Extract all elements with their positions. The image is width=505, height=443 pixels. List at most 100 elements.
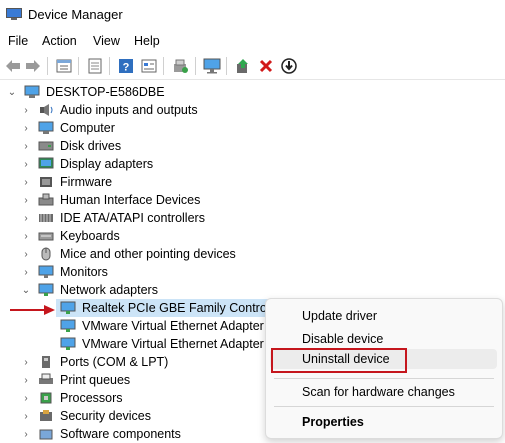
tree-item-label: Ports (COM & LPT) xyxy=(60,355,169,369)
tree-item-label: Security devices xyxy=(60,409,152,423)
chevron-right-icon[interactable]: › xyxy=(20,374,32,386)
printer-icon xyxy=(38,373,54,387)
tree-item-label: Software components xyxy=(60,427,181,441)
chevron-down-icon[interactable]: ⌄ xyxy=(6,86,18,98)
tree-item-label: VMware Virtual Ethernet Adapter fo xyxy=(82,319,278,333)
menu-properties[interactable]: Properties xyxy=(302,415,364,429)
network-adapter-icon xyxy=(60,319,76,333)
tree-root-label: DESKTOP-E586DBE xyxy=(46,85,165,99)
tree-item[interactable]: › Security devices xyxy=(20,407,151,425)
network-adapter-icon xyxy=(60,301,76,315)
computer-icon xyxy=(24,85,40,99)
chevron-down-icon[interactable]: ⌄ xyxy=(20,284,32,296)
computer-icon xyxy=(38,121,54,135)
title-bar: Device Manager xyxy=(0,0,505,30)
chevron-right-icon[interactable]: › xyxy=(20,140,32,152)
processor-icon xyxy=(38,391,54,405)
tree-item-realtek[interactable]: Realtek PCIe GBE Family Controller xyxy=(56,299,283,317)
chevron-right-icon[interactable]: › xyxy=(20,104,32,116)
tree-item-label: VMware Virtual Ethernet Adapter fo xyxy=(82,337,278,351)
annotation-highlight-box xyxy=(271,348,407,373)
tree-item[interactable]: › Disk drives xyxy=(20,137,121,155)
tree-item-label: Firmware xyxy=(60,175,113,189)
device-manager-icon xyxy=(6,8,22,20)
tree-item[interactable]: › Ports (COM & LPT) xyxy=(20,353,168,371)
tree-item[interactable]: › Display adapters xyxy=(20,155,153,173)
display-adapter-icon xyxy=(38,157,54,171)
software-component-icon xyxy=(38,427,54,441)
svg-text:?: ? xyxy=(123,62,130,74)
details-icon[interactable] xyxy=(140,57,158,75)
tree-item-label: Realtek PCIe GBE Family Controller xyxy=(82,301,284,315)
menu-bar: File Action View Help xyxy=(0,31,505,51)
tree-item-label: Monitors xyxy=(60,265,108,279)
hid-icon xyxy=(38,193,54,207)
chevron-right-icon[interactable]: › xyxy=(20,248,32,260)
scan-icon[interactable] xyxy=(172,57,190,75)
port-icon xyxy=(38,355,54,369)
properties-icon[interactable] xyxy=(55,57,73,75)
chevron-right-icon[interactable]: › xyxy=(20,122,32,134)
tree-item-label: Processors xyxy=(60,391,123,405)
forward-icon[interactable] xyxy=(24,57,42,75)
tree-item[interactable]: › Processors xyxy=(20,389,123,407)
chevron-right-icon[interactable]: › xyxy=(20,212,32,224)
download-icon[interactable] xyxy=(280,57,298,75)
network-icon xyxy=(38,283,54,297)
chevron-right-icon[interactable]: › xyxy=(20,230,32,242)
chevron-right-icon[interactable]: › xyxy=(20,194,32,206)
security-icon xyxy=(38,409,54,423)
tree-root[interactable]: ⌄ DESKTOP-E586DBE xyxy=(6,83,165,101)
ide-controller-icon xyxy=(38,211,54,225)
mouse-icon xyxy=(38,247,54,261)
tree-item[interactable]: VMware Virtual Ethernet Adapter fo xyxy=(56,317,278,335)
chevron-right-icon[interactable]: › xyxy=(20,158,32,170)
chevron-right-icon[interactable]: › xyxy=(20,428,32,440)
tree-item[interactable]: › Firmware xyxy=(20,173,112,191)
tree-item-network-adapters[interactable]: ⌄ Network adapters xyxy=(20,281,158,299)
back-icon[interactable] xyxy=(4,57,22,75)
tree-item[interactable]: › Keyboards xyxy=(20,227,120,245)
menu-update-driver[interactable]: Update driver xyxy=(302,309,377,323)
tree-item[interactable]: › Software components xyxy=(20,425,181,443)
menu-file[interactable]: File xyxy=(8,34,28,48)
tree-item[interactable]: › Monitors xyxy=(20,263,108,281)
chevron-right-icon[interactable]: › xyxy=(20,266,32,278)
update-driver-icon[interactable] xyxy=(234,57,252,75)
disk-icon xyxy=(38,139,54,153)
tree-item-label: Mice and other pointing devices xyxy=(60,247,236,261)
tree-item[interactable]: › Mice and other pointing devices xyxy=(20,245,236,263)
chevron-right-icon[interactable]: › xyxy=(20,410,32,422)
tree-item-label: Audio inputs and outputs xyxy=(60,103,198,117)
menu-help[interactable]: Help xyxy=(134,34,160,48)
tree-item-label: Network adapters xyxy=(60,283,158,297)
monitor-icon xyxy=(38,265,54,279)
menu-action[interactable]: Action xyxy=(42,34,77,48)
tree-item[interactable]: VMware Virtual Ethernet Adapter fo xyxy=(56,335,278,353)
tree-item[interactable]: › IDE ATA/ATAPI controllers xyxy=(20,209,205,227)
show-hidden-icon[interactable] xyxy=(86,57,104,75)
monitor-icon[interactable] xyxy=(203,57,221,75)
tree-item[interactable]: › Audio inputs and outputs xyxy=(20,101,198,119)
tree-item[interactable]: › Human Interface Devices xyxy=(20,191,200,209)
tree-item-label: Human Interface Devices xyxy=(60,193,201,207)
uninstall-icon[interactable] xyxy=(257,57,275,75)
window-title: Device Manager xyxy=(28,7,123,22)
chevron-right-icon[interactable]: › xyxy=(20,356,32,368)
menu-disable-device[interactable]: Disable device xyxy=(302,332,383,346)
tree-item-label: Disk drives xyxy=(60,139,122,153)
chevron-right-icon[interactable]: › xyxy=(20,176,32,188)
speaker-icon xyxy=(38,103,54,117)
keyboard-icon xyxy=(38,229,54,243)
tree-item-label: Display adapters xyxy=(60,157,154,171)
network-adapter-icon xyxy=(60,337,76,351)
menu-view[interactable]: View xyxy=(93,34,120,48)
tree-item-label: Keyboards xyxy=(60,229,120,243)
help-icon[interactable]: ? xyxy=(117,57,135,75)
tree-item-label: IDE ATA/ATAPI controllers xyxy=(60,211,205,225)
tree-item-label: Print queues xyxy=(60,373,131,387)
tree-item[interactable]: › Computer xyxy=(20,119,115,137)
chevron-right-icon[interactable]: › xyxy=(20,392,32,404)
tree-item[interactable]: › Print queues xyxy=(20,371,130,389)
menu-scan-hardware[interactable]: Scan for hardware changes xyxy=(302,385,455,399)
